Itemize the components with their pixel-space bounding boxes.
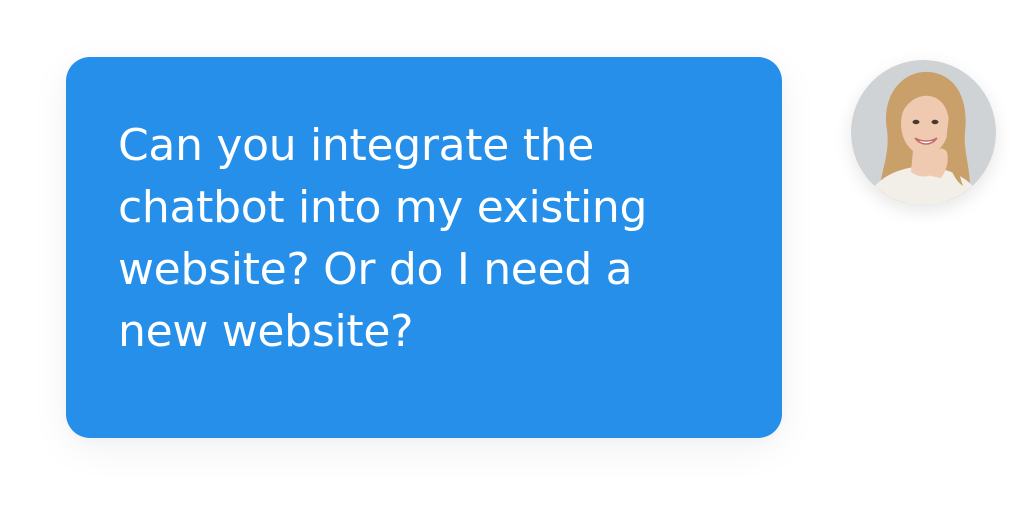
user-avatar	[851, 60, 996, 205]
avatar-portrait-icon	[851, 60, 996, 205]
chat-stage: Can you integrate the chatbot into my ex…	[0, 0, 1024, 514]
chat-message-bubble: Can you integrate the chatbot into my ex…	[66, 57, 782, 438]
avatar-eye-left	[912, 119, 920, 125]
chat-message-text: Can you integrate the chatbot into my ex…	[118, 120, 648, 357]
avatar-eye-right	[931, 119, 939, 125]
